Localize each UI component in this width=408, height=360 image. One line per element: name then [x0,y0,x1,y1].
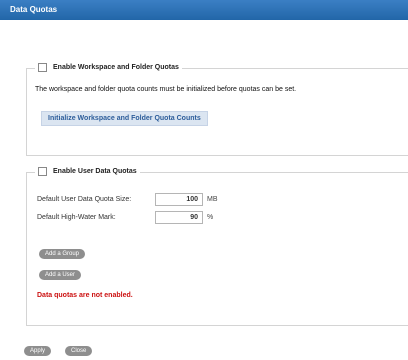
dialog-title: Data Quotas [0,0,408,20]
workspace-quota-checkbox[interactable] [38,63,47,72]
apply-button[interactable]: Apply [24,346,52,356]
user-quota-section: Enable User Data Quotas Default User Dat… [26,167,408,326]
workspace-quota-legend: Enable Workspace and Folder Quotas [35,63,182,72]
add-group-button[interactable]: Add a Group [39,249,86,259]
default-quota-size-input[interactable]: 100 [155,193,203,206]
user-quota-checkbox[interactable] [38,167,47,176]
workspace-quota-notice: The workspace and folder quota counts mu… [35,86,297,93]
default-quota-size-unit: MB [207,196,218,203]
default-quota-size-row: Default User Data Quota Size: 100 MB [37,193,218,206]
user-quota-checkbox-label: Enable User Data Quotas [53,168,137,175]
high-water-mark-input[interactable]: 90 [155,211,203,224]
user-quota-legend: Enable User Data Quotas [35,167,140,176]
high-water-mark-row: Default High-Water Mark: 90 % [37,211,213,224]
add-user-button[interactable]: Add a User [39,270,82,280]
high-water-mark-unit: % [207,214,214,221]
default-quota-size-label: Default User Data Quota Size: [37,196,132,203]
workspace-quota-section: Enable Workspace and Folder Quotas The w… [26,63,408,156]
initialize-quota-counts-button[interactable]: Initialize Workspace and Folder Quota Co… [41,111,208,126]
high-water-mark-label: Default High-Water Mark: [37,214,116,221]
workspace-quota-checkbox-label: Enable Workspace and Folder Quotas [53,64,179,71]
close-button[interactable]: Close [65,346,93,356]
quota-error-message: Data quotas are not enabled. [37,292,133,299]
